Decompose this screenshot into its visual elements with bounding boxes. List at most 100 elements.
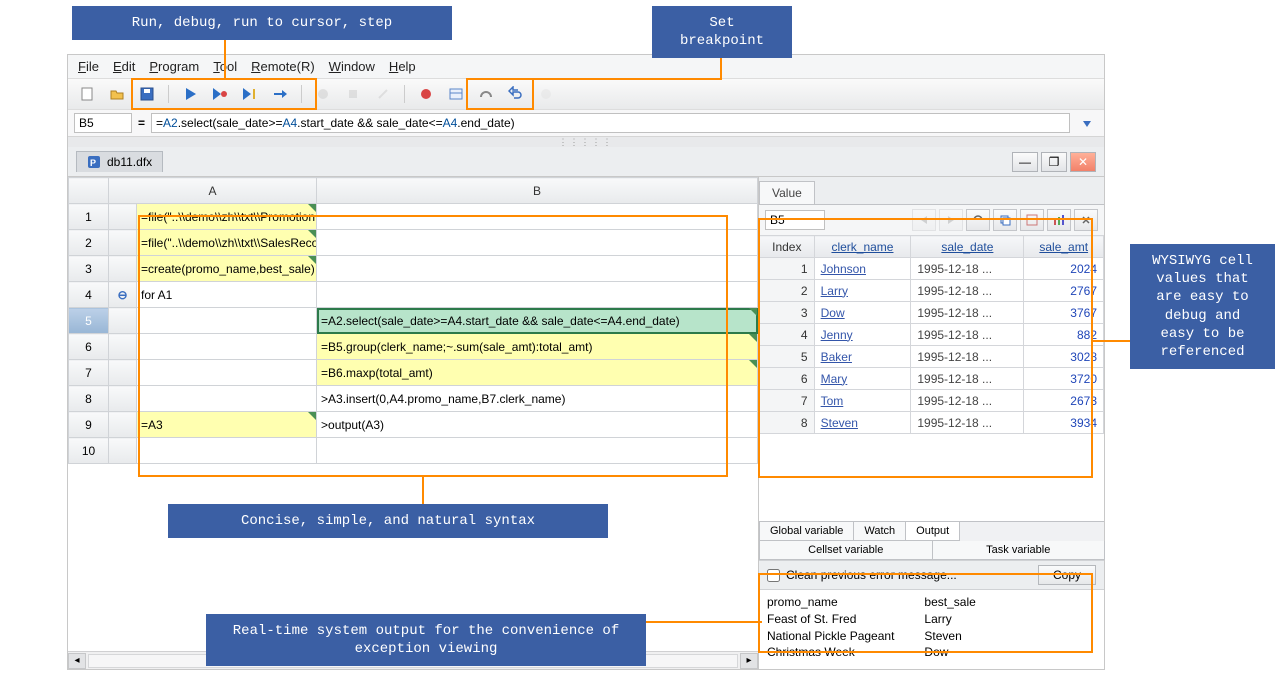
minimize-button[interactable]: — — [1012, 152, 1038, 172]
misc-btn-1[interactable] — [475, 83, 497, 105]
row-header[interactable]: 8 — [69, 386, 109, 412]
table-row[interactable]: 6Mary1995-12-18 ...3720 — [760, 368, 1104, 390]
undo-button[interactable] — [505, 83, 527, 105]
th-date[interactable]: sale_date — [911, 236, 1024, 258]
run-to-cursor-button[interactable] — [239, 83, 261, 105]
formula-input[interactable]: =A2.select(sale_date>=A4.start_date && s… — [151, 113, 1070, 133]
cell-A9[interactable]: =A3 — [137, 412, 317, 438]
row-header[interactable]: 2 — [69, 230, 109, 256]
table-row[interactable]: 3Dow1995-12-18 ...3767 — [760, 302, 1104, 324]
value-table[interactable]: Index clerk_name sale_date sale_amt 1Joh… — [759, 235, 1104, 434]
cell-A2[interactable]: =file("..\\demo\\zh\\txt\\SalesRecord.tx… — [137, 230, 317, 256]
spl-file-icon: P — [87, 155, 101, 169]
cell-amt: 3767 — [1024, 302, 1104, 324]
cell-clerk: Mary — [814, 368, 911, 390]
table-view-button[interactable] — [1020, 209, 1044, 231]
cell-B10[interactable] — [317, 438, 758, 464]
cell-index: 7 — [760, 390, 815, 412]
tab-task[interactable]: Task variable — [932, 541, 1106, 560]
tab-global[interactable]: Global variable — [759, 522, 854, 541]
cell-A5[interactable] — [137, 308, 317, 334]
scroll-left[interactable]: ◂ — [68, 653, 86, 669]
equals-sign: = — [138, 116, 145, 130]
cell-A6[interactable] — [137, 334, 317, 360]
expand-button[interactable] — [1074, 209, 1098, 231]
cell-A4[interactable]: for A1 — [137, 282, 317, 308]
run-button[interactable] — [179, 83, 201, 105]
save-button[interactable] — [136, 83, 158, 105]
step-button[interactable] — [269, 83, 291, 105]
table-row[interactable]: 2Larry1995-12-18 ...2767 — [760, 280, 1104, 302]
refresh-button[interactable] — [966, 209, 990, 231]
cell-B8[interactable]: >A3.insert(0,A4.promo_name,B7.clerk_name… — [317, 386, 758, 412]
cell-A3[interactable]: =create(promo_name,best_sale) — [137, 256, 317, 282]
copy-button[interactable]: Copy — [1038, 565, 1096, 585]
cell-B9[interactable]: >output(A3) — [317, 412, 758, 438]
row-header[interactable]: 4 — [69, 282, 109, 308]
cell-B1[interactable] — [317, 204, 758, 230]
cell-A1[interactable]: =file("..\\demo\\zh\\txt\\Promotion.txt"… — [137, 204, 317, 230]
chart-view-button[interactable] — [1047, 209, 1071, 231]
th-clerk[interactable]: clerk_name — [814, 236, 911, 258]
row-header[interactable]: 10 — [69, 438, 109, 464]
new-button[interactable] — [76, 83, 98, 105]
row-header[interactable]: 7 — [69, 360, 109, 386]
col-A-header[interactable]: A — [109, 178, 317, 204]
table-row[interactable]: 8Steven1995-12-18 ...3934 — [760, 412, 1104, 434]
menu-window[interactable]: Window — [329, 59, 375, 74]
gutter-cell — [109, 204, 137, 230]
output-row: promo_namebest_sale — [767, 594, 1006, 611]
data-explorer-button[interactable] — [445, 83, 467, 105]
tab-output[interactable]: Output — [905, 522, 960, 541]
menu-edit[interactable]: Edit — [113, 59, 135, 74]
set-breakpoint-button[interactable] — [415, 83, 437, 105]
cell-B4[interactable] — [317, 282, 758, 308]
cell-A7[interactable] — [137, 360, 317, 386]
table-row[interactable]: 4Jenny1995-12-18 ...882 — [760, 324, 1104, 346]
cell-B7[interactable]: =B6.maxp(total_amt) — [317, 360, 758, 386]
table-row[interactable]: 1Johnson1995-12-18 ...2024 — [760, 258, 1104, 280]
cell-B3[interactable] — [317, 256, 758, 282]
output-box[interactable]: promo_namebest_saleFeast of St. FredLarr… — [759, 589, 1104, 669]
menu-file[interactable]: File — [78, 59, 99, 74]
value-table-area[interactable]: Index clerk_name sale_date sale_amt 1Joh… — [759, 235, 1104, 521]
th-index[interactable]: Index — [760, 236, 815, 258]
tab-cellset[interactable]: Cellset variable — [759, 541, 933, 560]
cell-A8[interactable] — [137, 386, 317, 412]
menu-remote[interactable]: Remote(R) — [251, 59, 315, 74]
col-B-header[interactable]: B — [317, 178, 758, 204]
menu-help[interactable]: Help — [389, 59, 416, 74]
output-row: Feast of St. FredLarry — [767, 611, 1006, 628]
cell-name-box[interactable]: B5 — [74, 113, 132, 133]
file-tab[interactable]: P db11.dfx — [76, 151, 163, 172]
open-button[interactable] — [106, 83, 128, 105]
clean-checkbox[interactable] — [767, 569, 780, 582]
cell-grid[interactable]: A B 1 =file("..\\demo\\zh\\txt\\Promotion… — [68, 177, 758, 464]
row-header[interactable]: 6 — [69, 334, 109, 360]
cell-B2[interactable] — [317, 230, 758, 256]
drag-handle[interactable]: ⋮⋮⋮⋮⋮ — [68, 137, 1104, 147]
row-header[interactable]: 3 — [69, 256, 109, 282]
row-header[interactable]: 5 — [69, 308, 109, 334]
cell-B5[interactable]: =A2.select(sale_date>=A4.start_date && s… — [317, 308, 758, 334]
tab-watch[interactable]: Watch — [853, 522, 906, 541]
maximize-button[interactable]: ❐ — [1041, 152, 1067, 172]
corner-cell[interactable] — [69, 178, 109, 204]
close-button[interactable]: ✕ — [1070, 152, 1096, 172]
scroll-right[interactable]: ▸ — [740, 653, 758, 669]
table-row[interactable]: 7Tom1995-12-18 ...2673 — [760, 390, 1104, 412]
cell-A10[interactable] — [137, 438, 317, 464]
value-cell-ref[interactable]: B5 — [765, 210, 825, 230]
value-tab[interactable]: Value — [759, 181, 815, 204]
debug-button[interactable] — [209, 83, 231, 105]
row-header[interactable]: 9 — [69, 412, 109, 438]
menu-program[interactable]: Program — [149, 59, 199, 74]
copy-data-button[interactable] — [993, 209, 1017, 231]
expand-formula-button[interactable] — [1076, 112, 1098, 134]
th-amt[interactable]: sale_amt — [1024, 236, 1104, 258]
callout-breakpoint: Set breakpoint — [652, 6, 792, 58]
row-header[interactable]: 1 — [69, 204, 109, 230]
table-row[interactable]: 5Baker1995-12-18 ...3028 — [760, 346, 1104, 368]
cell-date: 1995-12-18 ... — [911, 302, 1024, 324]
cell-B6[interactable]: =B5.group(clerk_name;~.sum(sale_amt):tot… — [317, 334, 758, 360]
